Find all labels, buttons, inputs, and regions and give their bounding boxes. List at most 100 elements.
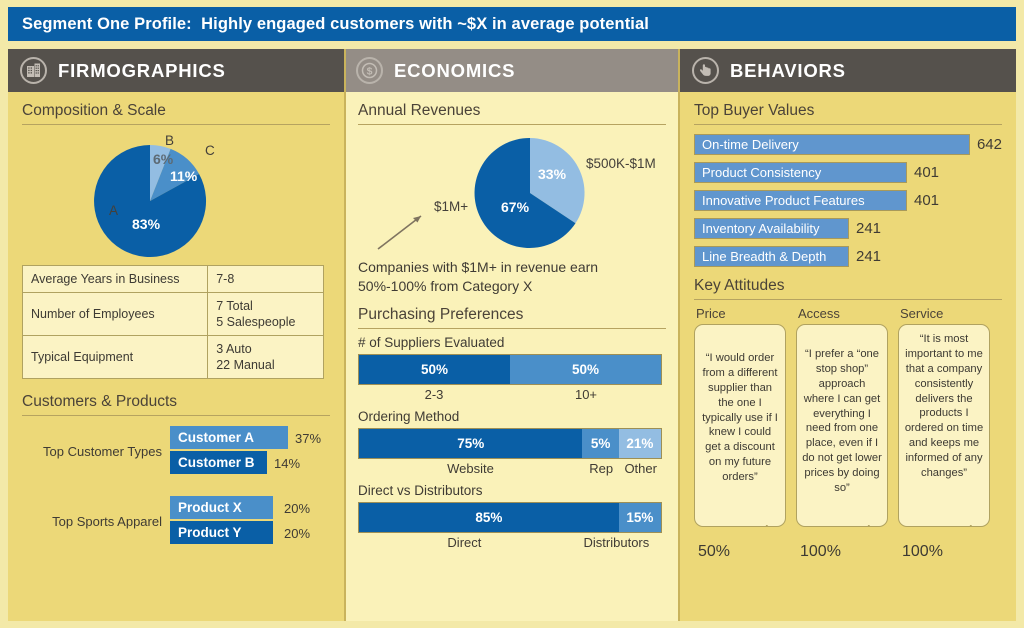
column-behaviors: BEHAVIORS Top Buyer Values On-time Deliv…	[680, 49, 1016, 621]
buyer-value-row: On-time Delivery 642	[694, 134, 1002, 155]
behaviors-body: Top Buyer Values On-time Delivery 642 Pr…	[680, 92, 1016, 621]
attitude-heading-service: Service	[900, 306, 944, 321]
sports-apparel-label: Top Sports Apparel	[52, 513, 162, 529]
segment-direct: 85%	[359, 502, 619, 532]
attitude-heading-price: Price	[696, 306, 726, 321]
column-firmographics: FIRMOGRAPHICS Composition & Scale B C A …	[8, 49, 344, 621]
pie-value-b: 6%	[153, 151, 174, 167]
buyer-value-count: 401	[914, 192, 940, 209]
attitude-quote-bubble-price: “I would order from a different supplier…	[694, 324, 786, 527]
bubble-tail-icon	[756, 524, 767, 526]
buyer-value-bar-inventory-availability: Inventory Availability	[694, 218, 849, 239]
segment-10-plus: 50%	[510, 354, 661, 384]
fact-value: 3 Auto 22 Manual	[207, 335, 324, 379]
attitude-pct-service: 100%	[902, 543, 943, 560]
bar-pct-customer-a: 37%	[295, 431, 322, 446]
building-icon	[20, 57, 47, 84]
fact-key: Average Years in Business	[21, 265, 209, 293]
economics-body: Annual Revenues $500K-$1M $1M+ 33% 67% C…	[344, 92, 680, 621]
bar-line: Customer A 37%	[170, 426, 330, 451]
stack-label-direct: Direct	[447, 534, 482, 550]
customer-types-group: Top Customer Types Customer A 37% Custom…	[22, 426, 330, 476]
bubble-tail-icon	[858, 524, 869, 526]
table-row: Typical Equipment 3 Auto 22 Manual	[21, 335, 324, 379]
stacked-bar-ordering: 75% 5% 21%	[358, 427, 662, 459]
bar-customer-b: Customer B	[170, 451, 267, 474]
infographic-root: Segment One Profile: Highly engaged cust…	[0, 0, 1024, 628]
column-header-label: ECONOMICS	[394, 59, 516, 81]
attitude-heading-access: Access	[798, 306, 840, 321]
composition-pie-svg	[94, 144, 207, 257]
attitude-quote-text: “It is most important to me that a compa…	[904, 333, 984, 480]
bar-product-y: Product Y	[170, 521, 273, 544]
stack-labels-suppliers: 2-3 10+	[358, 387, 662, 402]
stack-label-distributors: Distributors	[583, 534, 650, 550]
stack-label-website: Website	[447, 460, 494, 476]
column-economics: $ ECONOMICS Annual Revenues $500K-$1M $1…	[344, 49, 680, 621]
page-title-bar: Segment One Profile: Highly engaged cust…	[8, 7, 1016, 41]
pie-value-low: 33%	[538, 166, 567, 182]
column-header-economics: $ ECONOMICS	[344, 49, 680, 92]
bubble-tail-icon	[960, 524, 971, 526]
segment-distributors: 15%	[618, 502, 661, 532]
buyer-value-count: 241	[856, 220, 882, 237]
bar-line: Product X 20%	[170, 496, 330, 521]
stack-title-direct: Direct vs Distributors	[358, 482, 483, 498]
column-divider-left	[344, 49, 346, 621]
attitude-card-service: Service “It is most important to me that…	[898, 306, 990, 561]
attitude-pct-access: 100%	[800, 543, 841, 560]
fact-key: Typical Equipment	[21, 335, 209, 379]
attitude-quote-text: “I prefer a “one stop shop” approach whe…	[802, 348, 882, 495]
fact-value: 7 Total 5 Salespeople	[207, 292, 324, 336]
buyer-value-row: Inventory Availability 241	[694, 218, 1002, 239]
attitude-quote-text: “I would order from a different supplier…	[702, 352, 778, 484]
segment-2-3: 50%	[359, 354, 510, 384]
section-title-customers: Customers & Products	[22, 393, 330, 416]
column-header-label: FIRMOGRAPHICS	[58, 59, 226, 81]
column-divider-right	[678, 49, 680, 621]
buyer-value-count: 642	[976, 136, 1002, 153]
stack-title-suppliers: # of Suppliers Evaluated	[358, 334, 505, 350]
sports-apparel-group: Top Sports Apparel Product X 20% Product…	[22, 496, 330, 546]
section-title-revenues: Annual Revenues	[358, 102, 666, 125]
attitude-card-price: Price “I would order from a different su…	[694, 306, 786, 561]
pie-value-c: 11%	[170, 168, 198, 184]
bar-pct-product-y: 20%	[284, 526, 311, 541]
fact-key: Number of Employees	[21, 292, 209, 336]
columns-container: FIRMOGRAPHICS Composition & Scale B C A …	[8, 49, 1016, 621]
facts-table-body: Average Years in Business 7-8 Number of …	[21, 265, 324, 379]
buyer-value-row: Product Consistency 401	[694, 162, 1002, 183]
key-attitudes-group: Price “I would order from a different su…	[694, 306, 1002, 561]
firmographics-body: Composition & Scale B C A 6% 11% 83% Ave…	[8, 92, 344, 621]
buyer-values-chart: On-time Delivery 642 Product Consistency…	[694, 134, 1002, 267]
sports-apparel-bars: Product X 20% Product Y 20%	[170, 496, 330, 546]
stacked-bar-direct: 85% 15%	[358, 501, 662, 533]
section-title-buyer-values: Top Buyer Values	[694, 102, 1002, 125]
buyer-value-count: 241	[856, 248, 882, 265]
page-title: Segment One Profile: Highly engaged cust…	[22, 14, 649, 33]
section-title-composition: Composition & Scale	[22, 102, 330, 125]
stack-labels-ordering: Website Rep Other	[358, 461, 662, 476]
stack-label-rep: Rep	[589, 460, 614, 476]
buyer-value-bar-innovative-product-features: Innovative Product Features	[694, 190, 907, 211]
table-row: Average Years in Business 7-8	[21, 265, 324, 293]
pie-label-b: B	[165, 133, 175, 148]
attitude-quote-bubble-service: “It is most important to me that a compa…	[898, 324, 990, 527]
attitude-quote-bubble-access: “I prefer a “one stop shop” approach whe…	[796, 324, 888, 527]
customer-types-label: Top Customer Types	[43, 443, 162, 459]
revenue-pie-chart: $500K-$1M $1M+ 33% 67%	[358, 131, 666, 256]
buyer-value-row: Line Breadth & Depth 241	[694, 246, 1002, 267]
column-header-behaviors: BEHAVIORS	[680, 49, 1016, 92]
bar-pct-customer-b: 14%	[274, 456, 301, 471]
composition-pie-chart: B C A 6% 11% 83%	[22, 131, 330, 259]
revenue-callout-text: Companies with $1M+ in revenue earn 50%-…	[358, 259, 599, 294]
customer-types-bars: Customer A 37% Customer B 14%	[170, 426, 330, 476]
segment-other: 21%	[618, 428, 661, 458]
attitude-card-access: Access “I prefer a “one stop shop” appro…	[796, 306, 888, 561]
section-title-key-attitudes: Key Attitudes	[694, 277, 1002, 300]
pie-label-c: C	[205, 143, 215, 158]
dollar-coin-icon: $	[356, 57, 383, 84]
bar-line: Customer B 14%	[170, 451, 330, 476]
firmographics-facts-table: Average Years in Business 7-8 Number of …	[21, 265, 324, 379]
bar-product-x: Product X	[170, 496, 273, 519]
